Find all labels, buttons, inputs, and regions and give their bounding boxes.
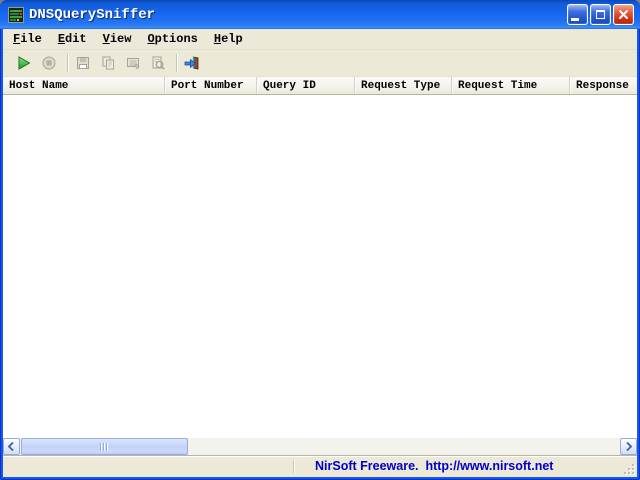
status-bar: NirSoft Freeware. http://www.nirsoft.net [3,455,637,477]
menu-bar: File Edit View Options Help [3,29,637,50]
app-icon [8,6,24,23]
close-icon [619,10,628,19]
find-icon [152,56,165,70]
scroll-right-button[interactable] [620,438,637,455]
start-capture-icon[interactable] [16,55,32,71]
save-icon [77,57,89,69]
window-title: DNSQuerySniffer [29,6,156,23]
maximize-button[interactable] [590,4,611,25]
list-body[interactable] [3,95,637,438]
menu-view[interactable]: View [95,30,140,48]
scrollbar-grip-icon [100,442,109,451]
minimize-icon [570,18,579,21]
scrollbar-thumb[interactable] [21,438,188,455]
title-bar[interactable]: DNSQuerySniffer [0,0,640,29]
column-request-type[interactable]: Request Type [355,77,452,94]
scroll-left-button[interactable] [3,438,20,455]
column-query-id[interactable]: Query ID [257,77,355,94]
chevron-left-icon [7,441,14,452]
close-button[interactable] [613,4,634,25]
column-request-time[interactable]: Request Time [452,77,570,94]
stop-capture-icon [42,56,56,70]
copy-icon [102,56,114,70]
resize-grip-icon[interactable] [622,462,635,475]
horizontal-scrollbar [3,438,637,455]
menu-file[interactable]: File [5,30,50,48]
app-window: DNSQuerySniffer File Edit View Options H… [0,0,640,480]
minimize-button[interactable] [567,4,588,25]
statusbar-text: NirSoft Freeware. http://www.nirsoft.net [315,459,554,473]
scrollbar-track[interactable] [20,438,620,455]
maximize-icon [596,10,605,19]
menu-options[interactable]: Options [139,30,205,48]
toolbar [3,50,637,77]
exit-icon[interactable] [184,55,200,71]
toolbar-separator [176,54,177,72]
properties-icon [127,58,140,70]
list-header: Host Name Port Number Query ID Request T… [3,77,637,95]
column-port-number[interactable]: Port Number [165,77,257,94]
menu-help[interactable]: Help [206,30,251,48]
statusbar-separator [293,460,294,473]
menu-edit[interactable]: Edit [50,30,95,48]
column-response[interactable]: Response [570,77,637,94]
chevron-right-icon [626,441,633,452]
toolbar-separator [67,54,68,72]
client-area: File Edit View Options Help Host Name Po… [3,29,637,477]
column-host-name[interactable]: Host Name [3,77,165,94]
